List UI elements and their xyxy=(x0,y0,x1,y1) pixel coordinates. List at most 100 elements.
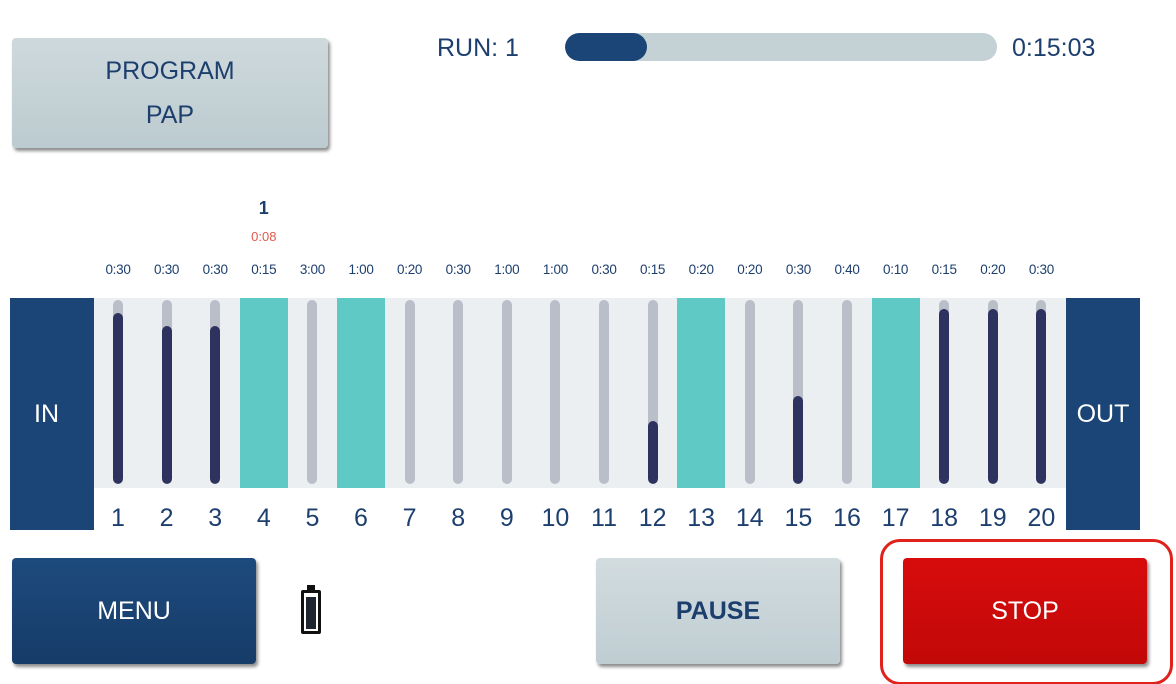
station-tube xyxy=(501,300,512,484)
station-number: 8 xyxy=(451,504,466,532)
station-11[interactable] xyxy=(580,298,628,488)
station-tube xyxy=(842,300,852,484)
station-3[interactable] xyxy=(191,298,239,488)
station-number: 6 xyxy=(354,504,368,532)
station-duration: 0:30 xyxy=(154,262,180,277)
program-name: PAP xyxy=(145,101,195,129)
station-tube-level xyxy=(210,326,221,484)
station-duration: 0:30 xyxy=(202,262,228,277)
battery-level xyxy=(306,596,316,629)
station-tube-level xyxy=(647,421,658,484)
station-13[interactable] xyxy=(677,298,726,488)
current-run-number: 1 xyxy=(258,198,269,218)
station-20[interactable] xyxy=(1017,298,1065,488)
run-label: RUN: 1 xyxy=(437,34,519,62)
station-tube xyxy=(647,300,658,484)
station-tube xyxy=(307,300,318,484)
station-tube xyxy=(161,300,172,484)
station-duration: 0:40 xyxy=(834,262,860,277)
station-duration: 0:20 xyxy=(737,262,763,277)
battery-icon xyxy=(301,585,321,634)
output-station[interactable]: OUT xyxy=(1066,298,1140,530)
stop-button-label: STOP xyxy=(991,596,1059,625)
station-8[interactable] xyxy=(434,298,482,488)
station-10[interactable] xyxy=(531,298,579,488)
station-6[interactable] xyxy=(337,298,385,488)
stop-button[interactable]: STOP xyxy=(903,558,1147,664)
station-tube-level xyxy=(161,326,172,484)
pause-button-label: PAUSE xyxy=(675,596,761,625)
station-number: 20 xyxy=(1027,504,1056,532)
station-tube-level xyxy=(987,309,998,484)
station-tube xyxy=(599,300,609,484)
station-2[interactable] xyxy=(143,298,191,488)
station-tube-level xyxy=(793,396,804,484)
station-number: 18 xyxy=(930,504,959,532)
station-12[interactable] xyxy=(629,298,677,488)
station-duration: 0:20 xyxy=(688,262,714,277)
station-7[interactable] xyxy=(386,298,434,488)
station-duration: 0:20 xyxy=(397,262,423,277)
station-number: 13 xyxy=(687,504,716,532)
station-14[interactable] xyxy=(726,298,774,488)
run-progress-bar xyxy=(565,33,997,61)
menu-button-label: MENU xyxy=(97,596,171,625)
station-duration: 0:10 xyxy=(883,262,909,277)
station-19[interactable] xyxy=(969,298,1017,488)
output-label: OUT xyxy=(1076,399,1130,428)
input-station[interactable]: IN xyxy=(10,298,94,530)
station-16[interactable] xyxy=(823,298,871,488)
station-tube-level xyxy=(939,309,950,484)
station-tube xyxy=(793,300,804,484)
station-duration: 1:00 xyxy=(542,262,568,277)
station-number: 5 xyxy=(305,504,320,532)
station-duration: 0:30 xyxy=(591,262,617,277)
station-tube xyxy=(453,300,464,484)
station-17[interactable] xyxy=(871,298,920,488)
program-label: PROGRAM xyxy=(105,57,235,85)
station-4[interactable] xyxy=(239,298,288,488)
program-button[interactable]: PROGRAM PAP xyxy=(12,38,328,148)
station-duration: 0:30 xyxy=(445,262,471,277)
station-tube xyxy=(113,300,123,484)
station-tube xyxy=(550,300,561,484)
station-number: 12 xyxy=(638,504,667,532)
station-number: 11 xyxy=(591,504,617,532)
station-number: 10 xyxy=(541,504,570,532)
menu-button[interactable]: MENU xyxy=(12,558,256,664)
station-18[interactable] xyxy=(920,298,968,488)
station-number: 17 xyxy=(881,504,910,532)
station-number: 15 xyxy=(784,504,813,532)
station-tube xyxy=(744,300,755,484)
station-number: 19 xyxy=(978,504,1007,532)
station-duration: 1:00 xyxy=(494,262,520,277)
station-tube xyxy=(987,300,998,484)
station-number: 9 xyxy=(499,504,514,532)
station-duration: 1:00 xyxy=(348,262,374,277)
station-duration: 0:30 xyxy=(785,262,811,277)
station-duration: 0:15 xyxy=(931,262,957,277)
station-tube-level xyxy=(1036,309,1047,484)
station-number: 14 xyxy=(735,504,764,532)
station-5[interactable] xyxy=(288,298,336,488)
run-progress-fill xyxy=(565,33,648,61)
station-number: 7 xyxy=(402,504,417,532)
station-number: 4 xyxy=(256,504,271,532)
station-number: 2 xyxy=(159,504,174,532)
station-duration: 0:15 xyxy=(640,262,666,277)
station-tube xyxy=(404,300,415,484)
current-station-remaining-time: 0:08 xyxy=(251,229,277,244)
pause-button[interactable]: PAUSE xyxy=(596,558,840,664)
station-duration: 0:20 xyxy=(980,262,1006,277)
station-duration: 0:15 xyxy=(251,262,277,277)
station-duration: 0:30 xyxy=(1028,262,1054,277)
run-time: 0:15:03 xyxy=(1012,34,1096,62)
station-15[interactable] xyxy=(774,298,822,488)
station-tube-level xyxy=(113,313,123,484)
station-tube xyxy=(210,300,221,484)
station-tube xyxy=(1036,300,1047,484)
station-duration: 3:00 xyxy=(299,262,325,277)
input-label: IN xyxy=(34,399,59,428)
station-9[interactable] xyxy=(483,298,531,488)
station-1[interactable] xyxy=(94,298,142,488)
